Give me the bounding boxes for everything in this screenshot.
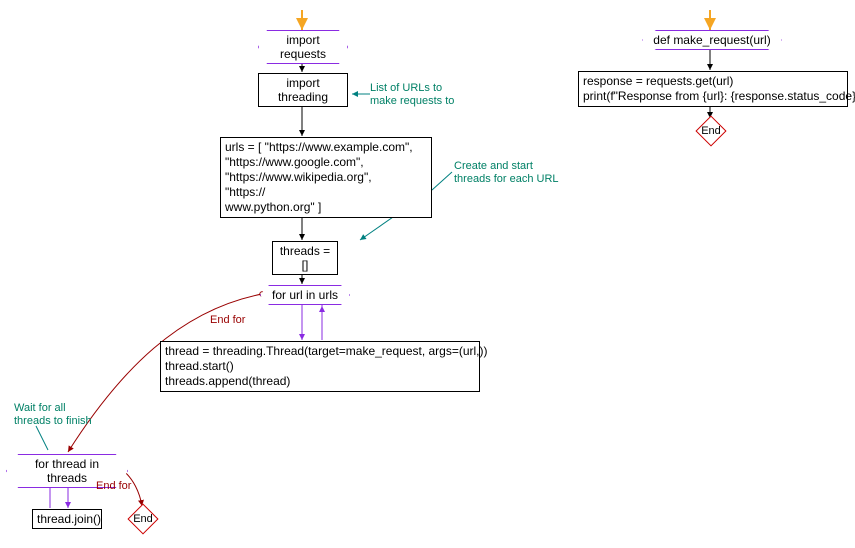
node-import-threading: import threading [258,73,348,107]
node-import-requests: import requests [258,30,348,64]
label-end-for-1: End for [210,314,245,326]
node-urls-list: urls = [ "https://www.example.com", "htt… [220,137,432,218]
anno-list-urls: List of URLs to make requests to [370,82,454,108]
node-end-1: End [132,508,154,530]
node-def-make-request: def make_request(url) [642,30,782,50]
anno-create-threads: Create and start threads for each URL [454,160,559,186]
node-thread-body: thread = threading.Thread(target=make_re… [160,341,480,392]
end-label-2: End [701,125,721,137]
anno-wait-threads: Wait for all threads to finish [14,402,92,428]
label-end-for-2: End for [96,480,131,492]
node-threads-init: threads = [] [272,241,338,275]
node-for-url-in-urls: for url in urls [260,285,350,305]
node-thread-join: thread.join() [32,509,102,529]
node-func-body: response = requests.get(url) print(f"Res… [578,71,848,107]
node-end-2: End [700,120,722,142]
end-label-1: End [133,513,153,525]
